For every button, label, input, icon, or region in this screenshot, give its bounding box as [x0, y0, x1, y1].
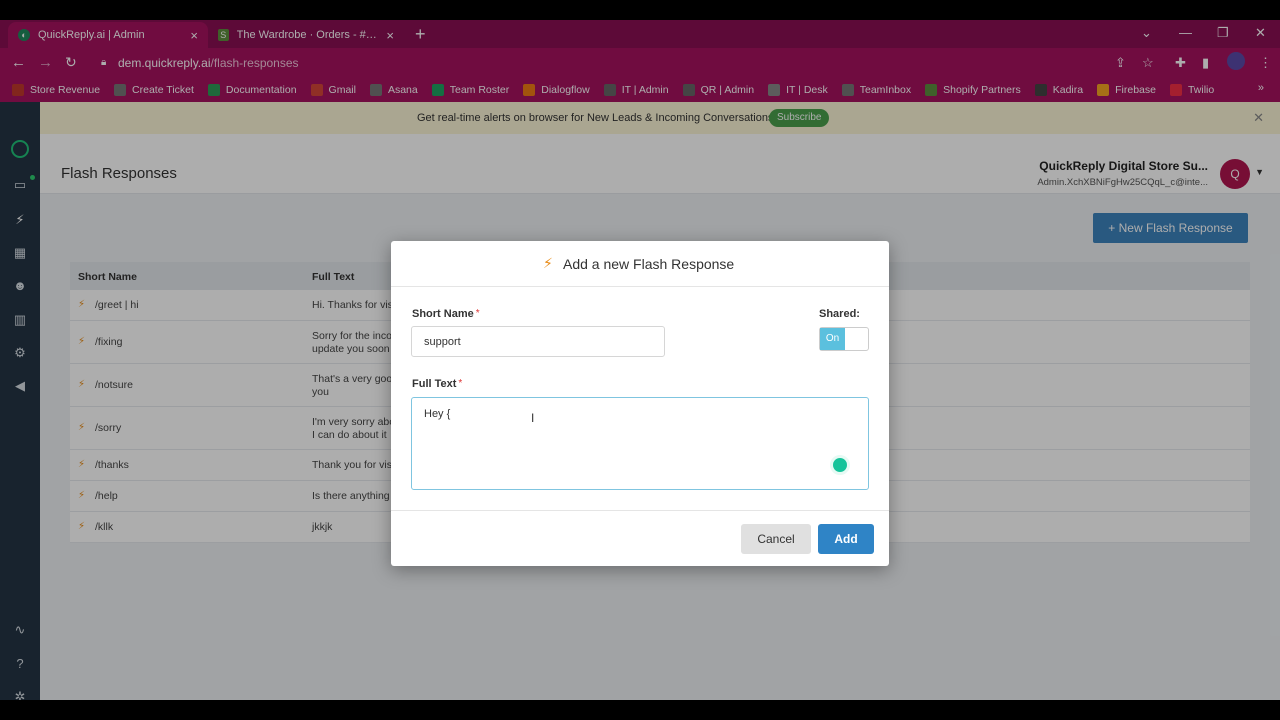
- modal-title: Add a new Flash Response: [563, 256, 735, 272]
- full-text-textarea[interactable]: [411, 397, 869, 490]
- short-name-label: Short Name *: [412, 308, 480, 320]
- text-cursor-icon: I: [531, 411, 535, 425]
- flash-icon: ⚡︎: [543, 255, 553, 271]
- full-text-label: Full Text *: [412, 378, 463, 390]
- shared-label: Shared:: [819, 308, 860, 320]
- short-name-input[interactable]: [411, 326, 665, 357]
- add-button[interactable]: Add: [818, 524, 874, 554]
- toggle-on-label: On: [820, 328, 845, 350]
- modal-backdrop[interactable]: ⚡︎ Add a new Flash Response Short Name * …: [0, 20, 1280, 700]
- required-marker: *: [475, 308, 480, 319]
- modal-footer-divider: [391, 510, 889, 511]
- add-flash-response-modal: ⚡︎ Add a new Flash Response Short Name * …: [391, 241, 889, 566]
- cancel-button[interactable]: Cancel: [741, 524, 811, 554]
- modal-header: ⚡︎ Add a new Flash Response: [391, 241, 889, 287]
- browser-window: ◐ QuickReply.ai | Admin × S The Wardrobe…: [0, 20, 1280, 700]
- shared-toggle[interactable]: On: [819, 327, 869, 351]
- grammarly-icon[interactable]: [830, 455, 850, 475]
- required-marker: *: [458, 378, 463, 389]
